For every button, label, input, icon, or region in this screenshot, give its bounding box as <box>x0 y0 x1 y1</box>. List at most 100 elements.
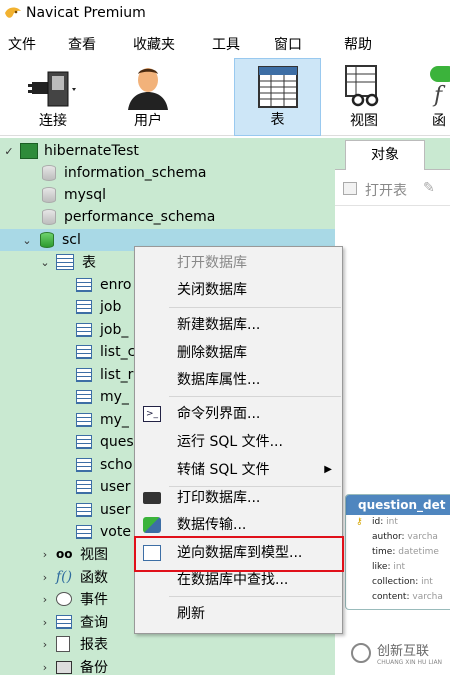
menu-item-dump-sql[interactable]: 转储 SQL 文件 ▶ <box>135 459 342 481</box>
menu-item-new-database[interactable]: 新建数据库... <box>135 314 342 336</box>
user-button[interactable]: 用户 <box>110 58 186 136</box>
menu-window[interactable]: 窗口 <box>274 34 302 54</box>
menu-view[interactable]: 查看 <box>68 34 96 54</box>
database-icon <box>42 209 56 225</box>
menu-separator <box>169 596 341 597</box>
title-bar: Navicat Premium <box>0 0 450 26</box>
table-label: user <box>100 479 131 495</box>
menu-file[interactable]: 文件 <box>8 34 36 54</box>
chevron-right-icon[interactable]: › <box>38 616 52 629</box>
table-label: user <box>100 502 131 518</box>
connection-icon <box>20 143 38 159</box>
table-item[interactable]: job_ <box>76 319 128 341</box>
database-item[interactable]: performance_schema <box>42 206 215 228</box>
database-item[interactable]: information_schema <box>42 162 207 184</box>
user-icon <box>128 68 168 110</box>
design-table-icon[interactable]: ✎ <box>423 180 435 196</box>
table-button[interactable]: 表 <box>234 58 321 136</box>
chevron-right-icon[interactable]: › <box>38 593 52 606</box>
database-icon <box>42 165 56 181</box>
chevron-down-icon[interactable]: ⌄ <box>38 256 52 269</box>
function-button[interactable]: f 函 <box>420 58 450 136</box>
menu-item-database-properties[interactable]: 数据库属性... <box>135 369 342 391</box>
tab-objects[interactable]: 对象 <box>345 140 425 170</box>
menu-item-run-sql[interactable]: 运行 SQL 文件... <box>135 431 342 453</box>
reports-node[interactable]: › 报表 <box>38 633 108 655</box>
table-item[interactable]: vote <box>76 521 131 543</box>
table-item[interactable]: ques <box>76 431 134 453</box>
table-icon <box>76 300 92 314</box>
database-label: mysql <box>64 187 106 203</box>
printer-icon <box>143 492 161 504</box>
menu-item-refresh[interactable]: 刷新 <box>135 603 342 625</box>
object-panel: 对象 打开表 ✎ question_det ⚷ id: int author: v… <box>335 138 450 675</box>
table-item[interactable]: user <box>76 499 131 521</box>
database-item[interactable]: mysql <box>42 184 106 206</box>
collapse-icon[interactable]: ✓ <box>2 145 16 158</box>
menu-tools[interactable]: 工具 <box>212 34 240 54</box>
table-item[interactable]: enro <box>76 274 132 296</box>
menu-item-console[interactable]: >_ 命令列界面... <box>135 403 342 425</box>
menu-item-data-transfer[interactable]: 数据传输... <box>135 514 342 536</box>
chevron-right-icon[interactable]: › <box>38 548 52 561</box>
backups-node-label: 备份 <box>80 660 108 676</box>
table-label: enro <box>100 277 132 293</box>
toolbar: 连接 用户 表 视图 f 函 <box>0 58 450 136</box>
views-node[interactable]: › oo 视图 <box>38 543 108 565</box>
view-button[interactable]: 视图 <box>336 58 392 136</box>
menu-item-open-database[interactable]: 打开数据库 <box>135 252 342 274</box>
menu-item-close-database[interactable]: 关闭数据库 <box>135 279 342 301</box>
table-icon <box>76 435 92 449</box>
table-item[interactable]: my_ <box>76 409 129 431</box>
key-icon: ⚷ <box>356 517 363 527</box>
menu-item-label: 打印数据库... <box>177 490 261 506</box>
plug-icon <box>28 71 76 107</box>
table-item[interactable]: scho <box>76 454 132 476</box>
chevron-down-icon[interactable]: ⌄ <box>20 234 34 247</box>
table-label: my_ <box>100 389 129 405</box>
table-item[interactable]: job <box>76 296 121 318</box>
report-node-icon <box>56 636 70 652</box>
table-label: list_r <box>100 367 134 383</box>
functions-node[interactable]: › f() 函数 <box>38 566 108 588</box>
database-label: scl <box>62 232 81 248</box>
object-toolbar: 打开表 ✎ <box>335 174 450 206</box>
table-icon <box>76 458 92 472</box>
menu-item-delete-database[interactable]: 删除数据库 <box>135 342 342 364</box>
queries-node[interactable]: › 查询 <box>38 611 108 633</box>
table-label: ques <box>100 434 134 450</box>
chevron-right-icon[interactable]: › <box>38 661 52 674</box>
view-icon <box>345 65 379 107</box>
database-icon <box>42 187 56 203</box>
table-item[interactable]: list_r <box>76 364 133 386</box>
table-item[interactable]: my_ <box>76 386 129 408</box>
watermark-text: 创新互联 <box>377 644 430 659</box>
database-label: performance_schema <box>64 209 216 225</box>
submenu-arrow-icon: ▶ <box>324 464 332 475</box>
tables-node[interactable]: ⌄ 表 <box>38 251 96 273</box>
open-table-button[interactable]: 打开表 <box>365 180 407 200</box>
highlight-box <box>134 536 344 572</box>
event-node-icon <box>56 592 72 606</box>
table-item[interactable]: list_c <box>76 341 135 363</box>
table-item[interactable]: user <box>76 476 131 498</box>
chevron-right-icon[interactable]: › <box>38 638 52 651</box>
menu-item-label: 数据传输... <box>177 517 247 533</box>
menu-favorites[interactable]: 收藏夹 <box>133 34 175 54</box>
chevron-right-icon[interactable]: › <box>38 571 52 584</box>
watermark-logo-icon <box>351 643 371 663</box>
table-icon <box>76 503 92 517</box>
menu-bar: 文件 查看 收藏夹 工具 窗口 帮助 <box>0 30 450 56</box>
table-icon <box>76 413 92 427</box>
table-icon <box>76 323 92 337</box>
menu-item-find-in-database[interactable]: 在数据库中查找... <box>135 569 342 591</box>
model-field: author: varcha <box>372 532 438 542</box>
model-field: content: varcha <box>372 592 443 602</box>
connect-button[interactable]: 连接 <box>10 58 96 136</box>
view-label: 视图 <box>350 113 378 129</box>
menu-help[interactable]: 帮助 <box>344 34 372 54</box>
table-label: job_ <box>100 322 129 338</box>
connection-node[interactable]: ✓ hibernateTest <box>2 140 139 162</box>
events-node[interactable]: › 事件 <box>38 588 108 610</box>
menu-item-print-database[interactable]: 打印数据库... <box>135 487 342 509</box>
